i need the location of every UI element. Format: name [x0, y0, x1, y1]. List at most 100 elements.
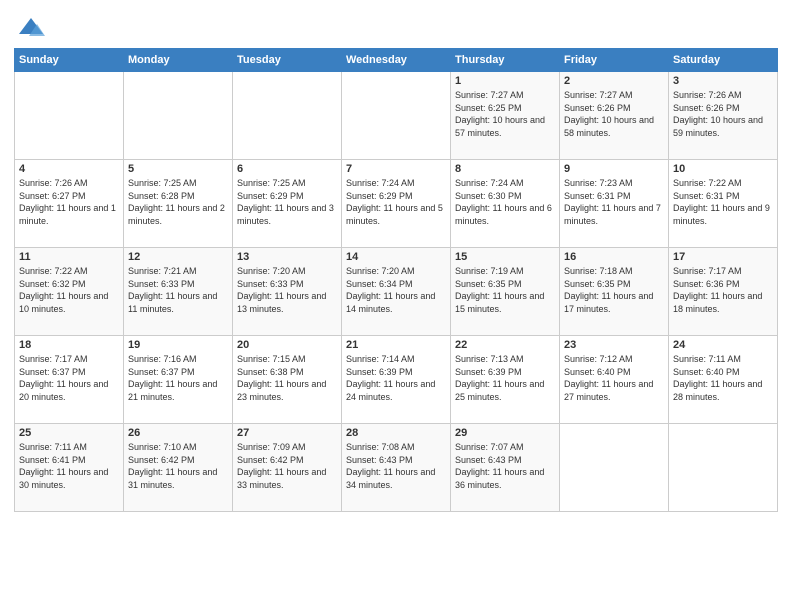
calendar-week: 25Sunrise: 7:11 AM Sunset: 6:41 PM Dayli… [15, 424, 778, 512]
cell-info: Sunrise: 7:24 AM Sunset: 6:29 PM Dayligh… [346, 177, 446, 227]
calendar-cell: 16 Sunrise: 7:18 AM Sunset: 6:35 PM Dayli… [560, 248, 669, 336]
weekday-header: Thursday [451, 49, 560, 72]
day-number: 26 [128, 427, 228, 439]
cell-info: Sunrise: 7:20 AM Sunset: 6:34 PM Dayligh… [346, 265, 446, 315]
day-number: 23 [564, 339, 664, 351]
calendar-cell: 21 Sunrise: 7:14 AM Sunset: 6:39 PM Dayli… [342, 336, 451, 424]
day-number: 5 [128, 163, 228, 175]
cell-info: Sunrise: 7:10 AM Sunset: 6:42 PM Dayligh… [128, 441, 228, 491]
calendar-cell: 2 Sunrise: 7:27 AM Sunset: 6:26 PM Daylig… [560, 72, 669, 160]
day-number: 12 [128, 251, 228, 263]
day-number: 16 [564, 251, 664, 263]
day-number: 25 [19, 427, 119, 439]
day-number: 21 [346, 339, 446, 351]
cell-info: Sunrise: 7:12 AM Sunset: 6:40 PM Dayligh… [564, 353, 664, 403]
calendar-cell: 1 Sunrise: 7:27 AM Sunset: 6:25 PM Daylig… [451, 72, 560, 160]
calendar-cell [233, 72, 342, 160]
calendar-cell: 13 Sunrise: 7:20 AM Sunset: 6:33 PM Dayli… [233, 248, 342, 336]
cell-info: Sunrise: 7:16 AM Sunset: 6:37 PM Dayligh… [128, 353, 228, 403]
day-number: 15 [455, 251, 555, 263]
day-number: 18 [19, 339, 119, 351]
day-number: 29 [455, 427, 555, 439]
cell-info: Sunrise: 7:23 AM Sunset: 6:31 PM Dayligh… [564, 177, 664, 227]
calendar-cell [669, 424, 778, 512]
weekday-header: Wednesday [342, 49, 451, 72]
calendar-cell [15, 72, 124, 160]
day-number: 10 [673, 163, 773, 175]
calendar-page: SundayMondayTuesdayWednesdayThursdayFrid… [0, 0, 792, 612]
calendar-table: SundayMondayTuesdayWednesdayThursdayFrid… [14, 48, 778, 512]
cell-info: Sunrise: 7:22 AM Sunset: 6:32 PM Dayligh… [19, 265, 119, 315]
calendar-cell: 7 Sunrise: 7:24 AM Sunset: 6:29 PM Daylig… [342, 160, 451, 248]
calendar-cell: 4 Sunrise: 7:26 AM Sunset: 6:27 PM Daylig… [15, 160, 124, 248]
cell-info: Sunrise: 7:24 AM Sunset: 6:30 PM Dayligh… [455, 177, 555, 227]
cell-info: Sunrise: 7:25 AM Sunset: 6:29 PM Dayligh… [237, 177, 337, 227]
calendar-cell: 20Sunrise: 7:15 AM Sunset: 6:38 PM Dayli… [233, 336, 342, 424]
calendar-week: 4 Sunrise: 7:26 AM Sunset: 6:27 PM Daylig… [15, 160, 778, 248]
weekday-header: Monday [124, 49, 233, 72]
cell-info: Sunrise: 7:26 AM Sunset: 6:26 PM Dayligh… [673, 89, 773, 139]
calendar-cell: 24 Sunrise: 7:11 AM Sunset: 6:40 PM Dayli… [669, 336, 778, 424]
cell-info: Sunrise: 7:20 AM Sunset: 6:33 PM Dayligh… [237, 265, 337, 315]
calendar-cell: 18 Sunrise: 7:17 AM Sunset: 6:37 PM Dayli… [15, 336, 124, 424]
day-number: 11 [19, 251, 119, 263]
calendar-cell: 25Sunrise: 7:11 AM Sunset: 6:41 PM Dayli… [15, 424, 124, 512]
cell-info: Sunrise: 7:22 AM Sunset: 6:31 PM Dayligh… [673, 177, 773, 227]
calendar-cell: 27 Sunrise: 7:09 AM Sunset: 6:42 PM Dayli… [233, 424, 342, 512]
calendar-cell: 8Sunrise: 7:24 AM Sunset: 6:30 PM Daylig… [451, 160, 560, 248]
weekday-header: Friday [560, 49, 669, 72]
cell-info: Sunrise: 7:07 AM Sunset: 6:43 PM Dayligh… [455, 441, 555, 491]
day-number: 13 [237, 251, 337, 263]
cell-info: Sunrise: 7:27 AM Sunset: 6:25 PM Dayligh… [455, 89, 555, 139]
cell-info: Sunrise: 7:26 AM Sunset: 6:27 PM Dayligh… [19, 177, 119, 227]
cell-info: Sunrise: 7:17 AM Sunset: 6:36 PM Dayligh… [673, 265, 773, 315]
calendar-cell [124, 72, 233, 160]
cell-info: Sunrise: 7:08 AM Sunset: 6:43 PM Dayligh… [346, 441, 446, 491]
cell-info: Sunrise: 7:21 AM Sunset: 6:33 PM Dayligh… [128, 265, 228, 315]
calendar-cell: 15 Sunrise: 7:19 AM Sunset: 6:35 PM Dayli… [451, 248, 560, 336]
day-number: 6 [237, 163, 337, 175]
weekday-header: Saturday [669, 49, 778, 72]
weekday-header: Sunday [15, 49, 124, 72]
calendar-cell: 28Sunrise: 7:08 AM Sunset: 6:43 PM Dayli… [342, 424, 451, 512]
cell-info: Sunrise: 7:27 AM Sunset: 6:26 PM Dayligh… [564, 89, 664, 139]
day-number: 3 [673, 75, 773, 87]
calendar-cell: 26 Sunrise: 7:10 AM Sunset: 6:42 PM Dayli… [124, 424, 233, 512]
cell-info: Sunrise: 7:13 AM Sunset: 6:39 PM Dayligh… [455, 353, 555, 403]
calendar-week: 18 Sunrise: 7:17 AM Sunset: 6:37 PM Dayli… [15, 336, 778, 424]
day-number: 24 [673, 339, 773, 351]
header-row: SundayMondayTuesdayWednesdayThursdayFrid… [15, 49, 778, 72]
day-number: 7 [346, 163, 446, 175]
calendar-cell: 6 Sunrise: 7:25 AM Sunset: 6:29 PM Daylig… [233, 160, 342, 248]
calendar-cell: 12 Sunrise: 7:21 AM Sunset: 6:33 PM Dayli… [124, 248, 233, 336]
cell-info: Sunrise: 7:09 AM Sunset: 6:42 PM Dayligh… [237, 441, 337, 491]
cell-info: Sunrise: 7:19 AM Sunset: 6:35 PM Dayligh… [455, 265, 555, 315]
day-number: 1 [455, 75, 555, 87]
calendar-cell: 23 Sunrise: 7:12 AM Sunset: 6:40 PM Dayli… [560, 336, 669, 424]
day-number: 22 [455, 339, 555, 351]
calendar-week: 11 Sunrise: 7:22 AM Sunset: 6:32 PM Dayli… [15, 248, 778, 336]
day-number: 14 [346, 251, 446, 263]
cell-info: Sunrise: 7:18 AM Sunset: 6:35 PM Dayligh… [564, 265, 664, 315]
calendar-cell: 5 Sunrise: 7:25 AM Sunset: 6:28 PM Daylig… [124, 160, 233, 248]
calendar-cell: 22 Sunrise: 7:13 AM Sunset: 6:39 PM Dayli… [451, 336, 560, 424]
calendar-cell [560, 424, 669, 512]
calendar-cell: 11 Sunrise: 7:22 AM Sunset: 6:32 PM Dayli… [15, 248, 124, 336]
day-number: 2 [564, 75, 664, 87]
day-number: 17 [673, 251, 773, 263]
cell-info: Sunrise: 7:17 AM Sunset: 6:37 PM Dayligh… [19, 353, 119, 403]
cell-info: Sunrise: 7:15 AM Sunset: 6:38 PM Dayligh… [237, 353, 337, 403]
calendar-cell: 19 Sunrise: 7:16 AM Sunset: 6:37 PM Dayli… [124, 336, 233, 424]
calendar-cell: 3 Sunrise: 7:26 AM Sunset: 6:26 PM Daylig… [669, 72, 778, 160]
header [14, 10, 778, 42]
cell-info: Sunrise: 7:25 AM Sunset: 6:28 PM Dayligh… [128, 177, 228, 227]
day-number: 27 [237, 427, 337, 439]
cell-info: Sunrise: 7:14 AM Sunset: 6:39 PM Dayligh… [346, 353, 446, 403]
logo [14, 14, 45, 42]
day-number: 4 [19, 163, 119, 175]
calendar-cell [342, 72, 451, 160]
day-number: 19 [128, 339, 228, 351]
calendar-cell: 9Sunrise: 7:23 AM Sunset: 6:31 PM Daylig… [560, 160, 669, 248]
cell-info: Sunrise: 7:11 AM Sunset: 6:40 PM Dayligh… [673, 353, 773, 403]
calendar-cell: 29 Sunrise: 7:07 AM Sunset: 6:43 PM Dayli… [451, 424, 560, 512]
